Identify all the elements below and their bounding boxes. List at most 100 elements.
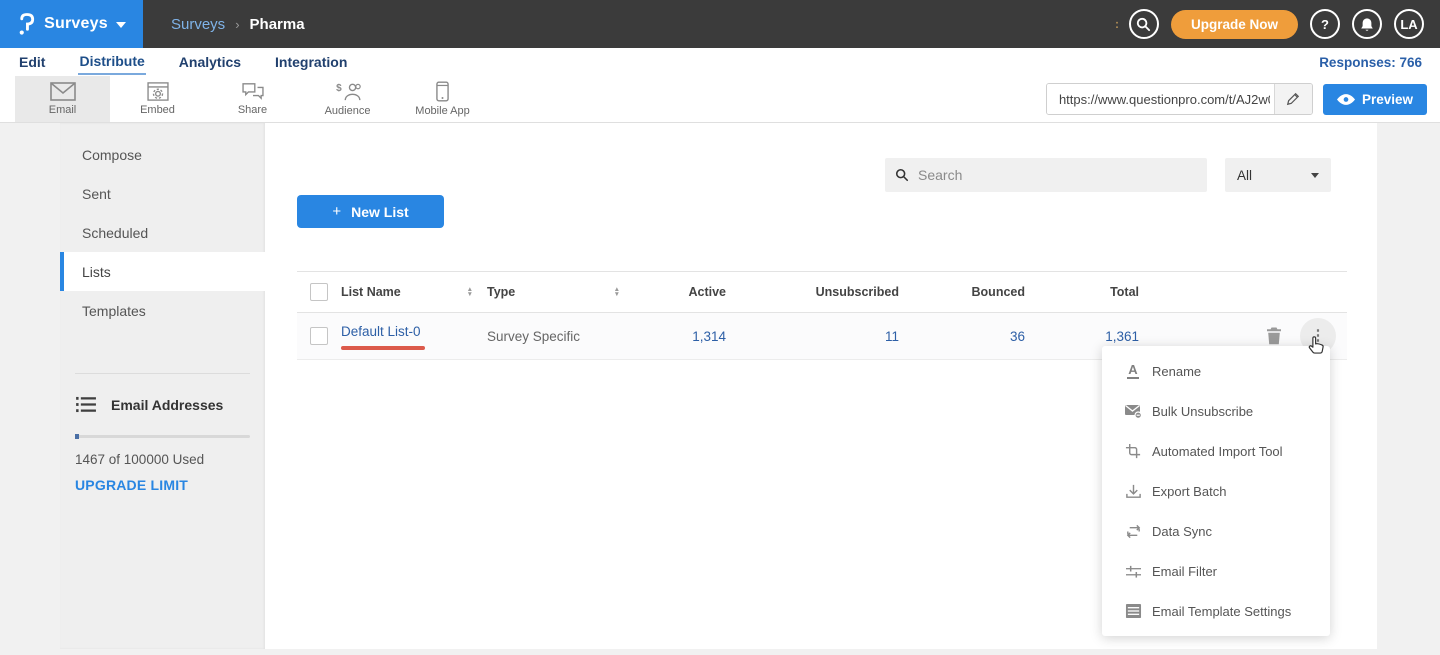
menu-item-label: Automated Import Tool [1152,444,1283,459]
mobile-icon [436,81,449,102]
menu-item-label: Rename [1152,364,1201,379]
breadcrumb-surveys-link[interactable]: Surveys [171,16,225,33]
template-icon [1124,602,1142,620]
channel-mobile-app[interactable]: Mobile App [395,76,490,122]
eye-icon [1337,94,1355,105]
envelope-icon [50,82,76,101]
responses-count[interactable]: Responses: 766 [1319,55,1422,70]
row-checkbox[interactable] [310,327,328,345]
unsubscribed-count-link[interactable]: 11 [726,329,899,344]
product-switcher[interactable]: Surveys [0,0,143,48]
upgrade-now-button[interactable]: Upgrade Now [1171,10,1298,39]
rename-icon: A [1124,362,1142,380]
column-header-list-name[interactable]: List Name [341,285,401,299]
channel-label: Mobile App [415,105,469,117]
chevron-down-icon [116,22,126,28]
tab-analytics[interactable]: Analytics [178,51,242,74]
new-list-button[interactable]: + New List [297,195,444,228]
column-header-type[interactable]: Type [487,285,515,299]
sidebar-item-sent[interactable]: Sent [60,174,265,213]
menu-item-label: Data Sync [1152,524,1212,539]
sidebar-item-label: Scheduled [82,225,148,241]
tab-integration[interactable]: Integration [274,51,348,74]
usage-progress-fill [75,434,79,439]
active-count-link[interactable]: 1,314 [634,329,726,344]
help-button[interactable]: ? [1310,9,1340,39]
avatar[interactable]: LA [1394,9,1424,39]
sync-icon [1124,522,1142,540]
delete-list-button[interactable] [1266,327,1282,345]
share-icon [241,82,265,101]
bulk-unsubscribe-icon [1124,402,1142,420]
menu-item-email-template-settings[interactable]: Email Template Settings [1102,591,1330,631]
list-name-link[interactable]: Default List-0 [341,324,421,339]
question-mark-icon: ? [1321,17,1329,32]
channel-label: Email [49,104,77,116]
upgrade-limit-link[interactable]: UPGRADE LIMIT [75,477,250,493]
address-list-icon [76,396,97,413]
menu-item-automated-import-tool[interactable]: Automated Import Tool [1102,431,1330,471]
usage-progress-bar [75,435,250,438]
menu-item-rename[interactable]: A Rename [1102,351,1330,391]
preview-label: Preview [1362,92,1413,107]
channel-label: Audience [325,105,371,117]
channel-share[interactable]: Share [205,76,300,122]
filter-sliders-icon [1124,562,1142,580]
filter-selected-value: All [1237,168,1252,183]
breadcrumb: Surveys › Pharma [171,0,305,48]
list-actions-menu: A Rename Bulk Unsubscribe Automated Impo… [1102,346,1330,636]
svg-text:$: $ [336,83,342,94]
sidebar-item-compose[interactable]: Compose [60,135,265,174]
search-button[interactable] [1129,9,1159,39]
menu-item-bulk-unsubscribe[interactable]: Bulk Unsubscribe [1102,391,1330,431]
sort-icon[interactable]: ▲▼ [614,287,620,297]
select-all-checkbox[interactable] [310,283,328,301]
channel-email[interactable]: Email [15,76,110,122]
topbar: Surveys Surveys › Pharma : Upgrade Now ?… [0,0,1440,48]
tab-edit[interactable]: Edit [18,51,46,74]
sidebar-item-label: Templates [82,303,146,319]
channel-label: Embed [140,104,175,116]
survey-url-input[interactable] [1047,84,1274,114]
sidebar-item-scheduled[interactable]: Scheduled [60,213,265,252]
list-filter-dropdown[interactable]: All [1225,158,1331,192]
trash-icon [1266,327,1282,345]
email-addresses-title: Email Addresses [111,397,223,413]
channel-label: Share [238,104,267,116]
column-header-total: Total [1025,285,1139,299]
bounced-count-link[interactable]: 36 [899,329,1025,344]
distribute-toolbar: Email Embed Share $ Audience Mobile App [0,76,1440,123]
sidebar-item-label: Lists [82,264,111,280]
menu-item-label: Email Filter [1152,564,1217,579]
column-header-active: Active [634,285,726,299]
product-label: Surveys [44,15,108,33]
email-addresses-panel: Email Addresses 1467 of 100000 Used UPGR… [75,373,250,493]
menu-item-label: Bulk Unsubscribe [1152,404,1253,419]
menu-item-email-filter[interactable]: Email Filter [1102,551,1330,591]
channel-embed[interactable]: Embed [110,76,205,122]
menu-item-export-batch[interactable]: Export Batch [1102,471,1330,511]
preview-button[interactable]: Preview [1323,84,1427,115]
sidebar-item-lists[interactable]: Lists [60,252,265,291]
audience-icon: $ [335,82,361,102]
menu-item-label: Email Template Settings [1152,604,1291,619]
sort-icon[interactable]: ▲▼ [467,287,473,297]
sidebar-item-templates[interactable]: Templates [60,291,265,330]
table-header-row: List Name ▲▼ Type ▲▼ Active Unsubscribed… [297,271,1347,313]
total-count-link[interactable]: 1,361 [1025,329,1139,344]
questionpro-logo-icon [17,12,36,36]
channel-audience[interactable]: $ Audience [300,76,395,122]
email-sidebar: Compose Sent Scheduled Lists Templates E… [60,123,265,649]
menu-item-data-sync[interactable]: Data Sync [1102,511,1330,551]
edit-url-button[interactable] [1274,84,1312,114]
crop-icon [1124,442,1142,460]
sidebar-item-label: Compose [82,147,142,163]
notifications-button[interactable] [1352,9,1382,39]
menu-item-label: Export Batch [1152,484,1226,499]
survey-url-box [1046,83,1313,115]
tab-distribute[interactable]: Distribute [78,50,145,75]
search-input[interactable] [918,167,1197,183]
new-list-label: New List [351,204,409,220]
list-type-cell: Survey Specific [487,329,634,344]
sidebar-item-label: Sent [82,186,111,202]
